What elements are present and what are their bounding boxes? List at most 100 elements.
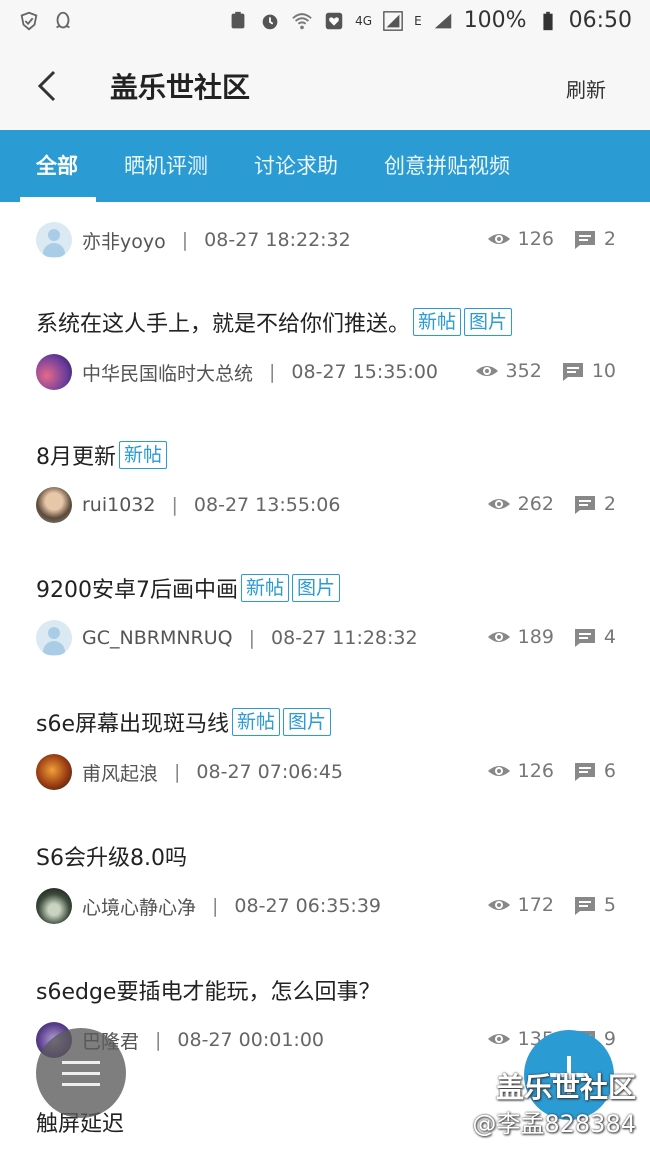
list-item[interactable]: 系统在这人手上，就是不给你们推送。 新帖 图片 中华民国临时大总统 | 08-2… <box>0 282 650 416</box>
menu-icon-line <box>62 1061 100 1064</box>
new-post-tag: 新帖 <box>232 708 281 736</box>
list-item[interactable]: 8月更新 新帖 rui1032 | 08-27 13:55:06 262 2 <box>0 415 650 549</box>
separator: | <box>181 229 189 251</box>
list-item[interactable]: s6e屏幕出现斑马线 新帖 图片 甫风起浪 | 08-27 07:06:45 1… <box>0 682 650 817</box>
post-meta: GC_NBRMNRUQ | 08-27 11:28:32 189 4 <box>36 620 616 656</box>
eye-icon <box>475 366 498 376</box>
separator: | <box>248 627 256 649</box>
tab-label: 全部 <box>36 154 78 178</box>
post-time: 08-27 07:06:45 <box>196 761 344 783</box>
menu-icon-line <box>62 1072 100 1075</box>
menu-fab-button[interactable] <box>36 1028 126 1118</box>
wifi-icon <box>292 12 312 29</box>
shield-wifi-icon <box>20 11 38 31</box>
eye-icon <box>487 632 510 642</box>
avatar <box>36 354 72 390</box>
battery-saver-icon <box>231 11 245 28</box>
author-name[interactable]: 亦非yoyo <box>82 227 166 254</box>
tab-all[interactable]: 全部 <box>20 130 96 202</box>
author-name[interactable]: GC_NBRMNRUQ <box>82 627 233 649</box>
signal-icon <box>383 10 403 31</box>
comment-count: 10 <box>591 360 616 382</box>
separator: | <box>174 761 181 783</box>
view-count: 126 <box>517 760 554 782</box>
post-title: 8月更新 新帖 <box>36 439 168 471</box>
post-title-text: s6e屏幕出现斑马线 <box>36 712 229 737</box>
post-title: s6edge要插电才能玩，怎么回事？ <box>36 974 380 1006</box>
tab-creative-video[interactable]: 创意拼贴视频 <box>384 130 510 202</box>
avatar <box>36 888 72 924</box>
new-post-tag: 新帖 <box>119 441 168 469</box>
status-left-icons <box>18 10 74 32</box>
post-meta: 亦非yoyo | 08-27 18:22:32 126 2 <box>36 222 616 258</box>
battery-percent: 100% <box>463 8 527 33</box>
separator: | <box>212 895 219 917</box>
post-meta: 中华民国临时大总统 | 08-27 15:35:00 352 10 <box>36 354 616 390</box>
separator: | <box>269 361 276 383</box>
post-stats: 262 2 <box>486 491 616 517</box>
post-title: s6e屏幕出现斑马线 新帖 图片 <box>36 706 332 738</box>
post-meta: 心境心静心净 | 08-27 06:35:39 172 5 <box>36 888 616 924</box>
image-tag: 图片 <box>283 708 332 736</box>
signal-icon-2 <box>434 13 451 28</box>
view-count: 172 <box>517 894 554 916</box>
image-tag: 图片 <box>292 574 341 602</box>
separator: | <box>171 494 178 516</box>
new-post-tag: 新帖 <box>241 574 290 602</box>
new-post-tag: 新帖 <box>413 308 462 336</box>
network-type: 4G <box>355 13 373 28</box>
back-arrow-icon[interactable] <box>28 66 68 106</box>
post-title-text: 系统在这人手上，就是不给你们推送。 <box>36 312 411 337</box>
app-header: 盖乐世社区 刷新 <box>0 44 650 131</box>
comment-icon <box>574 231 595 249</box>
list-item[interactable]: 亦非yoyo | 08-27 18:22:32 126 2 <box>0 202 650 283</box>
post-meta: 甫风起浪 | 08-27 07:06:45 126 6 <box>36 754 616 790</box>
tab-label: 创意拼贴视频 <box>384 154 510 178</box>
post-stats: 126 6 <box>486 758 616 784</box>
page-title: 盖乐世社区 <box>110 71 251 104</box>
alarm-icon <box>262 14 278 29</box>
clock: 06:50 <box>568 8 632 33</box>
post-time: 08-27 15:35:00 <box>291 361 439 383</box>
post-title-text: 9200安卓7后画中画 <box>36 578 238 603</box>
status-bar: 4G E 100% 06:50 <box>0 0 650 44</box>
post-stats: 126 2 <box>486 226 616 252</box>
qq-icon <box>56 11 70 29</box>
author-name[interactable]: rui1032 <box>82 494 156 516</box>
post-title-text: s6edge要插电才能玩，怎么回事？ <box>36 980 381 1005</box>
eye-icon <box>487 499 510 509</box>
list-item[interactable]: S6会升级8.0吗 心境心静心净 | 08-27 06:35:39 172 5 <box>0 816 650 951</box>
status-right-icons: 4G E 100% 06:50 <box>227 8 632 33</box>
eye-icon <box>487 1034 510 1044</box>
author-name[interactable]: 甫风起浪 <box>82 759 158 786</box>
comment-count: 6 <box>603 760 616 782</box>
post-title: S6会升级8.0吗 <box>36 840 187 872</box>
post-stats: 189 4 <box>486 624 616 650</box>
avatar <box>36 620 72 656</box>
post-stats: 352 10 <box>474 358 616 384</box>
comment-count: 9 <box>603 1028 616 1050</box>
author-name[interactable]: 中华民国临时大总统 <box>82 359 253 386</box>
category-tabs: 全部 晒机评测 讨论求助 创意拼贴视频 <box>0 130 650 202</box>
post-time: 08-27 13:55:06 <box>193 494 341 516</box>
comment-count: 2 <box>603 493 616 515</box>
tab-label: 晒机评测 <box>124 154 208 178</box>
comment-icon <box>574 763 595 781</box>
tab-review[interactable]: 晒机评测 <box>124 130 208 202</box>
comment-icon <box>574 897 595 915</box>
post-title: 系统在这人手上，就是不给你们推送。 新帖 图片 <box>36 306 513 338</box>
heart-app-icon <box>325 12 343 29</box>
refresh-button[interactable]: 刷新 <box>566 74 606 103</box>
network-e: E <box>414 13 422 28</box>
tab-discussion[interactable]: 讨论求助 <box>254 130 338 202</box>
separator: | <box>155 1029 162 1051</box>
author-name[interactable]: 心境心静心净 <box>82 893 196 920</box>
avatar <box>36 222 72 258</box>
view-count: 126 <box>517 228 554 250</box>
comment-count: 2 <box>603 228 616 250</box>
view-count: 189 <box>517 626 554 648</box>
menu-icon-line <box>62 1083 100 1086</box>
post-title-text: 8月更新 <box>36 445 116 470</box>
post-time: 08-27 11:28:32 <box>271 627 418 649</box>
list-item[interactable]: 9200安卓7后画中画 新帖 图片 GC_NBRMNRUQ | 08-27 11… <box>0 548 650 683</box>
